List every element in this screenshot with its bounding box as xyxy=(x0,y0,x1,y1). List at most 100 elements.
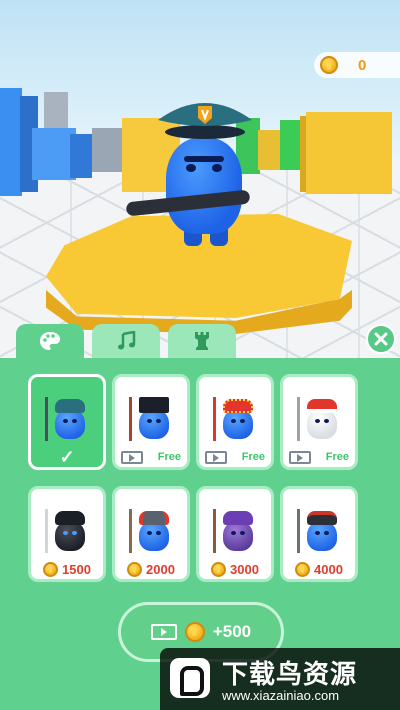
skin-card-wizard[interactable]: 3000 xyxy=(196,486,274,582)
character-eye xyxy=(72,419,77,423)
halberd-icon xyxy=(297,509,300,553)
character-eye xyxy=(63,419,68,423)
skin-card-footer: ✓ xyxy=(31,447,103,467)
building xyxy=(70,134,92,178)
checkmark-icon: ✓ xyxy=(59,447,75,467)
character-eye xyxy=(240,419,245,423)
character-body xyxy=(166,138,242,234)
skin-card-samurai[interactable]: 4000 xyxy=(280,486,358,582)
character-eye xyxy=(147,531,152,535)
character-brow xyxy=(184,156,224,162)
watermark: 下载鸟资源 www.xiazainiao.com xyxy=(160,648,400,710)
opera-headdress-icon xyxy=(223,399,253,413)
ninja-hood-icon xyxy=(55,511,85,525)
skin-character xyxy=(129,509,173,553)
watermark-logo-icon xyxy=(170,658,210,698)
character-eye xyxy=(156,419,161,423)
staff-icon xyxy=(213,397,216,441)
game-scene: 0 xyxy=(0,0,400,358)
skin-card-opera[interactable]: Free xyxy=(196,374,274,470)
skin-character xyxy=(45,397,89,441)
katana-icon xyxy=(45,509,48,553)
skin-character xyxy=(213,509,257,553)
skin-card-police[interactable]: ✓ xyxy=(28,374,106,470)
baton-icon xyxy=(45,397,48,441)
price-label: 1500 xyxy=(62,561,91,577)
character-eye xyxy=(156,531,161,535)
character-eye xyxy=(324,419,329,423)
skin-preview xyxy=(121,383,181,445)
coin-icon xyxy=(184,622,205,642)
close-button[interactable] xyxy=(366,324,396,354)
coin-count: 0 xyxy=(358,56,367,74)
building xyxy=(44,92,68,132)
music-note-icon xyxy=(118,331,136,350)
building xyxy=(306,112,392,194)
skin-preview xyxy=(205,383,265,445)
character-body xyxy=(139,409,169,439)
skin-card-footer: 3000 xyxy=(199,559,271,579)
character-eye xyxy=(147,419,152,423)
skin-character xyxy=(297,509,341,553)
character-eye xyxy=(231,531,236,535)
skin-preview xyxy=(205,495,265,557)
samurai-helmet-icon xyxy=(307,511,337,525)
coin-icon xyxy=(320,56,338,74)
character-eye xyxy=(324,531,329,535)
character-eye xyxy=(315,419,320,423)
spear-icon xyxy=(213,509,216,553)
skin-preview xyxy=(37,383,97,445)
free-label: Free xyxy=(241,451,265,463)
building xyxy=(0,88,22,196)
skin-card-footer: Free xyxy=(115,447,187,467)
price-label: 4000 xyxy=(314,561,343,577)
character-body xyxy=(307,521,337,551)
skin-card-footer: Free xyxy=(283,447,355,467)
character-body xyxy=(223,521,253,551)
axe-icon xyxy=(129,509,132,553)
skin-character xyxy=(213,397,257,441)
horned-helmet-icon xyxy=(139,511,169,525)
character-eye xyxy=(231,419,236,423)
character-body xyxy=(55,409,85,439)
watermark-title: 下载鸟资源 xyxy=(222,659,358,689)
character-eye xyxy=(72,531,77,535)
ad-reward-label: +500 xyxy=(212,622,252,641)
skin-card-footer: 1500 xyxy=(31,559,103,579)
tab-music[interactable] xyxy=(92,324,160,358)
coin-icon xyxy=(211,561,227,577)
watermark-url: www.xiazainiao.com xyxy=(222,688,340,703)
police-cap-icon xyxy=(158,103,252,139)
skin-preview xyxy=(289,495,349,557)
top-hat-icon xyxy=(139,397,169,413)
video-icon xyxy=(150,624,177,640)
character-body xyxy=(55,521,85,551)
coin-icon xyxy=(43,561,59,577)
lollipop-icon xyxy=(297,397,300,441)
chess-rook-icon xyxy=(195,332,209,350)
skin-card-santa[interactable]: Free xyxy=(280,374,358,470)
skin-card-ninja[interactable]: 1500 xyxy=(28,486,106,582)
price-label: 2000 xyxy=(146,561,175,577)
video-icon xyxy=(205,450,227,464)
character-body xyxy=(139,521,169,551)
free-label: Free xyxy=(157,451,181,463)
character-eye xyxy=(63,531,68,535)
character-body xyxy=(223,409,253,439)
skin-character xyxy=(45,509,89,553)
skin-character xyxy=(297,397,341,441)
skin-card-top-hat[interactable]: Free xyxy=(112,374,190,470)
palette-icon xyxy=(40,332,60,350)
player-character xyxy=(125,92,278,262)
skin-card-footer: 4000 xyxy=(283,559,355,579)
close-icon xyxy=(374,332,388,346)
tab-skins[interactable] xyxy=(16,324,84,358)
coin-icon xyxy=(295,561,311,577)
character-eye xyxy=(212,164,222,172)
skin-preview xyxy=(121,495,181,557)
tab-chess[interactable] xyxy=(168,324,236,358)
skin-card-viking[interactable]: 2000 xyxy=(112,486,190,582)
price-label: 3000 xyxy=(230,561,259,577)
santa-hat-icon xyxy=(307,399,337,413)
skin-character xyxy=(129,397,173,441)
